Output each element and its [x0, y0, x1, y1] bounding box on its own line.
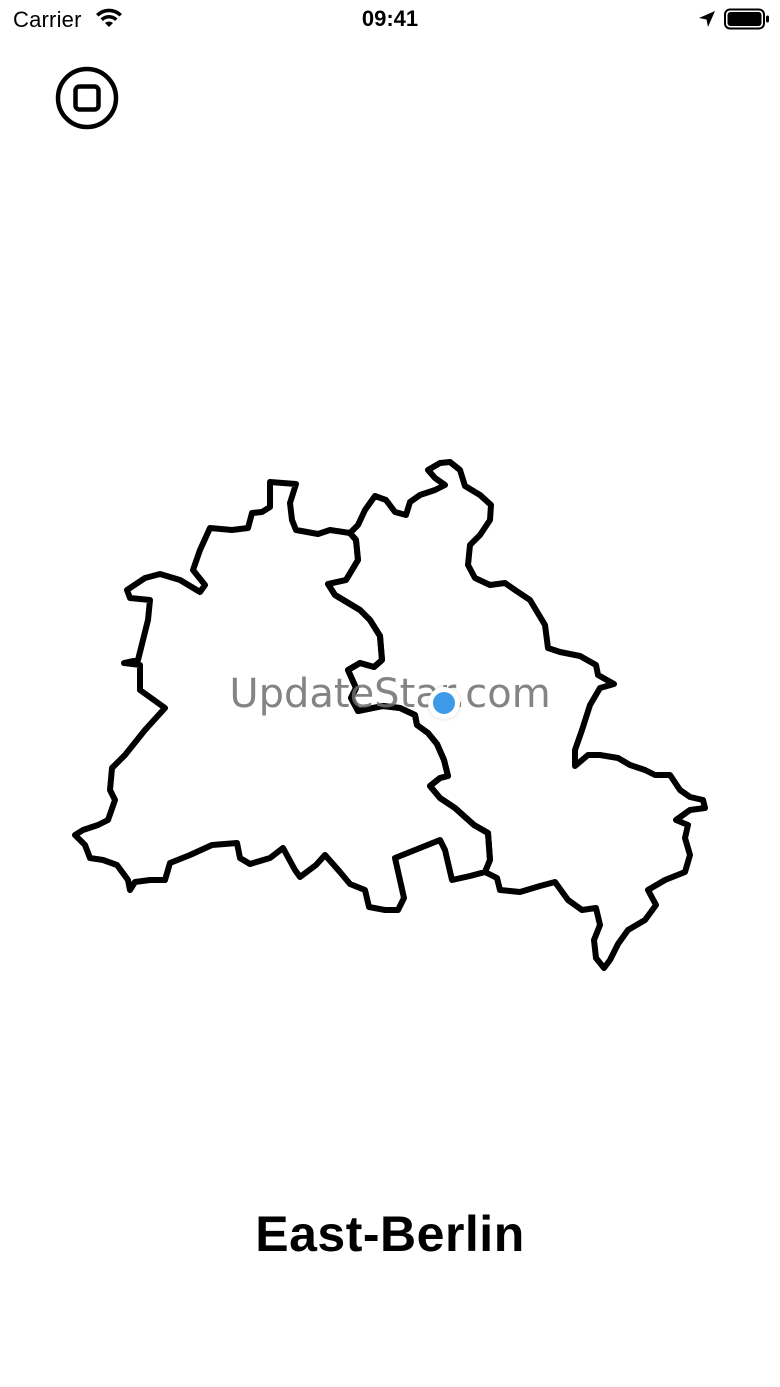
- east-berlin-outline[interactable]: [325, 459, 708, 971]
- stop-square-in-circle-icon: [55, 66, 119, 130]
- battery-icon: [724, 8, 770, 30]
- berlin-map[interactable]: [60, 440, 720, 980]
- clock: 09:41: [361, 6, 419, 31]
- west-berlin-outline[interactable]: [72, 479, 493, 913]
- user-location-dot: [428, 687, 460, 719]
- location-arrow-icon: [697, 9, 717, 29]
- region-label: East-Berlin: [255, 1206, 525, 1262]
- status-bar: Carrier 09:41: [0, 0, 780, 40]
- stop-button[interactable]: [55, 66, 119, 130]
